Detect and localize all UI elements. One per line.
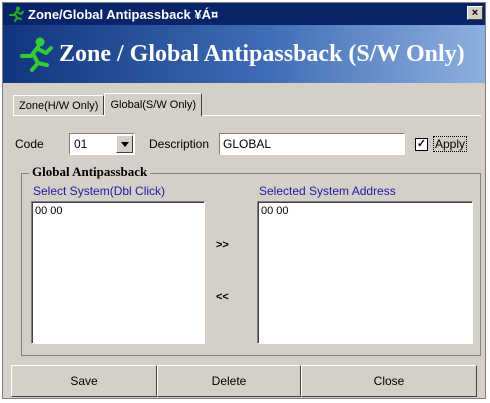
description-field[interactable] (219, 133, 405, 155)
select-system-list[interactable]: 00 00 (31, 201, 205, 344)
title-bar: Zone/Global Antipassback ¥Á¤ × (3, 3, 485, 25)
remove-button[interactable]: << (216, 291, 229, 303)
list-item[interactable]: 00 00 (258, 202, 472, 217)
close-button[interactable]: Close (301, 365, 477, 397)
select-system-title: Select System(Dbl Click) (33, 184, 166, 198)
group-title: Global Antipassback (29, 164, 151, 180)
apply-label[interactable]: Apply (433, 136, 468, 152)
description-label: Description (149, 137, 210, 151)
header-banner: Zone / Global Antipassback (S/W Only) (3, 25, 485, 83)
list-item[interactable]: 00 00 (32, 202, 204, 217)
tab-strip: Zone(H/W Only) Global(S/W Only) (13, 93, 203, 116)
close-icon[interactable]: × (467, 6, 483, 20)
tab-global-sw[interactable]: Global(S/W Only) (104, 93, 203, 116)
code-value: 01 (74, 137, 88, 151)
running-man-icon (8, 6, 24, 22)
add-button[interactable]: >> (216, 239, 229, 251)
selected-address-list[interactable]: 00 00 (257, 201, 473, 344)
code-label: Code (15, 137, 44, 151)
antipassback-window: Zone/Global Antipassback ¥Á¤ × Zone / Gl… (2, 2, 486, 399)
save-button[interactable]: Save (11, 365, 157, 397)
chevron-down-icon[interactable] (116, 135, 133, 153)
tab-panel-border (13, 115, 481, 116)
banner-title: Zone / Global Antipassback (S/W Only) (59, 40, 465, 67)
code-select[interactable]: 01 (69, 133, 135, 155)
running-man-icon (17, 36, 53, 72)
delete-button[interactable]: Delete (157, 365, 301, 397)
selected-address-title: Selected System Address (259, 184, 396, 198)
apply-checkbox[interactable]: ✓ (415, 138, 428, 151)
tab-zone-hw[interactable]: Zone(H/W Only) (13, 95, 105, 115)
window-title: Zone/Global Antipassback ¥Á¤ (28, 6, 219, 22)
